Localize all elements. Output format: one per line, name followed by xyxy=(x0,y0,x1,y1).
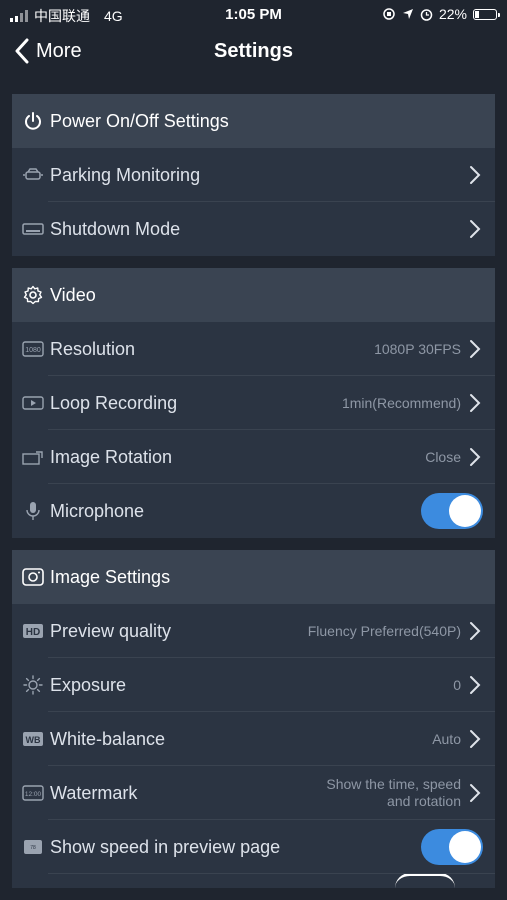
section-title-image: Image Settings xyxy=(50,566,171,587)
row-shutdown-mode[interactable]: Shutdown Mode xyxy=(12,202,495,256)
row-value-multiline: Show the time, speed and rotation xyxy=(326,776,461,810)
section-title-video: Video xyxy=(50,284,96,305)
resolution-1080-icon: 1080 xyxy=(22,339,44,359)
exposure-sun-icon xyxy=(22,675,44,695)
battery-icon xyxy=(473,8,500,20)
page-title: Settings xyxy=(214,40,293,62)
row-label: Watermark xyxy=(50,782,138,803)
chevron-right-icon xyxy=(470,166,481,184)
chevron-right-icon xyxy=(470,448,481,466)
speed-display-icon: 78 xyxy=(22,837,44,857)
dashcam-icon xyxy=(22,219,44,239)
row-show-speed: 78 Show speed in preview page xyxy=(12,820,495,874)
power-icon xyxy=(22,110,44,132)
row-value: Auto xyxy=(432,730,461,747)
row-microphone: Microphone xyxy=(12,484,495,538)
row-image-rotation[interactable]: Image Rotation Close xyxy=(12,430,495,484)
section-video: Video 1080 Resolution 1080P 30FPS Loop R… xyxy=(12,268,495,538)
chevron-right-icon xyxy=(470,676,481,694)
row-preview-quality[interactable]: HD Preview quality Fluency Preferred(540… xyxy=(12,604,495,658)
row-label: Show speed in preview page xyxy=(50,836,281,857)
toggle-knob xyxy=(449,831,481,863)
row-label: Image Rotation xyxy=(50,446,173,467)
show-speed-toggle[interactable] xyxy=(421,829,483,865)
row-label: Exposure xyxy=(50,674,127,695)
row-cut-off xyxy=(12,874,495,888)
row-label: Microphone xyxy=(50,500,145,521)
value-line-1: Show the time, speed xyxy=(326,776,461,792)
svg-text:HD: HD xyxy=(26,627,40,638)
row-loop-recording[interactable]: Loop Recording 1min(Recommend) xyxy=(12,376,495,430)
microphone-toggle[interactable] xyxy=(421,493,483,529)
section-title-power: Power On/Off Settings xyxy=(50,110,229,131)
loop-recording-icon xyxy=(22,393,44,413)
svg-text:12:00: 12:00 xyxy=(25,791,42,798)
section-image: Image Settings HD Preview quality Fluenc… xyxy=(12,550,495,888)
row-label: Parking Monitoring xyxy=(50,164,201,185)
status-right: 22% xyxy=(382,6,500,22)
row-label: Preview quality xyxy=(50,620,172,641)
rotation-icon xyxy=(22,447,44,467)
row-label: Loop Recording xyxy=(50,392,178,413)
row-resolution[interactable]: 1080 Resolution 1080P 30FPS xyxy=(12,322,495,376)
row-label: Shutdown Mode xyxy=(50,218,181,239)
row-exposure[interactable]: Exposure 0 xyxy=(12,658,495,712)
chevron-right-icon xyxy=(470,394,481,412)
chevron-right-icon xyxy=(470,730,481,748)
chevron-right-icon xyxy=(470,622,481,640)
row-value: 1min(Recommend) xyxy=(341,394,461,411)
row-value: 0 xyxy=(453,676,461,693)
parking-car-icon xyxy=(22,165,44,185)
location-icon xyxy=(402,9,413,19)
settings-list: Power On/Off Settings Parking Monitoring… xyxy=(12,94,495,900)
chevron-right-icon xyxy=(470,784,481,802)
image-settings-icon xyxy=(22,566,44,588)
row-white-balance[interactable]: WB White-balance Auto xyxy=(12,712,495,766)
chevron-right-icon xyxy=(470,220,481,238)
navigation-bar: More Settings xyxy=(0,28,507,80)
row-value: Close xyxy=(425,448,461,465)
row-parking-monitoring[interactable]: Parking Monitoring xyxy=(12,148,495,202)
wb-icon: WB xyxy=(22,729,44,749)
battery-percent: 22% xyxy=(438,6,467,22)
watermark-clock-icon: 12:00 xyxy=(22,783,44,803)
section-header-image: Image Settings xyxy=(12,550,495,604)
section-header-power: Power On/Off Settings xyxy=(12,94,495,148)
value-line-2: and rotation xyxy=(387,793,461,809)
svg-text:78: 78 xyxy=(30,845,36,851)
row-label: Resolution xyxy=(50,338,136,359)
row-label: White-balance xyxy=(50,728,166,749)
status-bar: 中国联通 4G 1:05 PM 22% xyxy=(0,0,507,28)
section-power: Power On/Off Settings Parking Monitoring… xyxy=(12,94,495,256)
svg-text:1080: 1080 xyxy=(25,347,41,354)
svg-text:WB: WB xyxy=(26,735,41,745)
hd-icon: HD xyxy=(22,621,44,641)
microphone-icon xyxy=(22,501,44,521)
gear-icon xyxy=(22,284,44,306)
row-watermark[interactable]: 12:00 Watermark Show the time, speed and… xyxy=(12,766,495,820)
section-header-video: Video xyxy=(12,268,495,322)
alarm-icon xyxy=(420,8,433,21)
chevron-right-icon xyxy=(470,340,481,358)
toggle-knob xyxy=(449,495,481,527)
row-value: 1080P 30FPS xyxy=(374,340,461,357)
row-value: Fluency Preferred(540P) xyxy=(307,622,461,639)
orientation-lock-icon xyxy=(383,8,395,20)
partial-toggle[interactable] xyxy=(395,874,455,888)
